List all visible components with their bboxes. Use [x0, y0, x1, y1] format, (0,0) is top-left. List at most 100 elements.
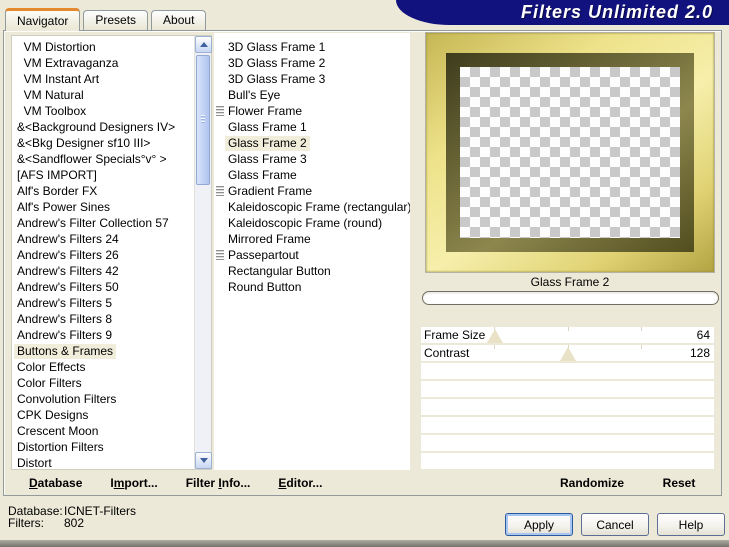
category-scrollbar[interactable] [194, 36, 212, 469]
category-item-label: Andrew's Filters 9 [17, 328, 112, 342]
filter-item-label: Flower Frame [228, 104, 303, 118]
filter-item[interactable]: Mirrored Frame [214, 231, 410, 247]
category-item[interactable]: VM Instant Art [12, 71, 194, 87]
bottom-toolbar: Database Import... Filter Info... Editor... [29, 476, 322, 490]
control-label: Frame Size [424, 328, 486, 342]
filter-item-label: 3D Glass Frame 3 [228, 72, 326, 86]
reset-button[interactable]: Reset [649, 476, 709, 490]
category-item[interactable]: Andrew's Filters 42 [12, 263, 194, 279]
filter-item[interactable]: Glass Frame 3 [214, 151, 410, 167]
category-item[interactable]: Andrew's Filter Collection 57 [12, 215, 194, 231]
apply-button[interactable]: Apply [505, 513, 573, 536]
filter-item[interactable]: 3D Glass Frame 3 [214, 71, 410, 87]
filter-item[interactable]: Flower Frame [214, 103, 410, 119]
filter-item[interactable]: 3D Glass Frame 1 [214, 39, 410, 55]
filter-item[interactable]: Kaleidoscopic Frame (round) [214, 215, 410, 231]
category-item-label: Crescent Moon [17, 424, 99, 438]
category-item[interactable]: &<Background Designers IV> [12, 119, 194, 135]
filters-value: 802 [64, 516, 85, 530]
category-item-label: Convolution Filters [17, 392, 117, 406]
category-item-label: &<Sandflower Specials°v° > [17, 152, 167, 166]
filter-item-label: Mirrored Frame [228, 232, 311, 246]
category-item[interactable]: Crescent Moon [12, 423, 194, 439]
control-row[interactable]: Contrast 128 [421, 345, 714, 361]
category-item[interactable]: Alf's Border FX [12, 183, 194, 199]
category-item[interactable]: Color Filters [12, 375, 194, 391]
filter-item[interactable]: Passepartout [214, 247, 410, 263]
filter-item-label: Kaleidoscopic Frame (round) [228, 216, 383, 230]
category-item[interactable]: &<Bkg Designer sf10 III> [12, 135, 194, 151]
toolbar-label-pre: Filter [185, 476, 219, 490]
category-item-label: Andrew's Filters 5 [17, 296, 112, 310]
scroll-down-button[interactable] [195, 452, 212, 469]
control-row[interactable]: Frame Size 64 [421, 327, 714, 343]
category-item[interactable]: &<Sandflower Specials°v° > [12, 151, 194, 167]
slider-tick [640, 345, 642, 349]
filter-info-button[interactable]: Filter Info... [186, 476, 251, 490]
category-item[interactable]: CPK Designs [12, 407, 194, 423]
category-item-label: &<Bkg Designer sf10 III> [17, 136, 151, 150]
filter-item-label: 3D Glass Frame 2 [228, 56, 326, 70]
tab-about[interactable]: About [151, 10, 207, 30]
tab-presets[interactable]: Presets [83, 10, 149, 30]
category-item[interactable]: Distortion Filters [12, 439, 194, 455]
category-item[interactable]: VM Toolbox [12, 103, 194, 119]
scrollbar-thumb[interactable] [196, 55, 210, 185]
filter-item[interactable]: Rectangular Button [214, 263, 410, 279]
category-item[interactable]: VM Distortion [12, 39, 194, 55]
category-item[interactable]: Color Effects [12, 359, 194, 375]
category-item[interactable]: Andrew's Filters 8 [12, 311, 194, 327]
category-item[interactable]: Andrew's Filters 26 [12, 247, 194, 263]
slider-thumb[interactable] [486, 329, 503, 343]
category-item[interactable]: Andrew's Filters 24 [12, 231, 194, 247]
slider-tick [640, 327, 642, 331]
filter-item-label: Glass Frame 3 [228, 152, 307, 166]
category-item-label: Andrew's Filters 50 [17, 280, 119, 294]
scroll-up-button[interactable] [195, 36, 212, 53]
filter-item-label: Rectangular Button [228, 264, 331, 278]
randomize-button[interactable]: Randomize [537, 476, 647, 490]
filter-item-label: Kaleidoscopic Frame (rectangular) [228, 200, 410, 214]
database-button[interactable]: Database [29, 476, 82, 490]
category-item-label: Alf's Border FX [17, 184, 98, 198]
filter-item[interactable]: Kaleidoscopic Frame (rectangular) [214, 199, 410, 215]
preview-inner-bevel [446, 53, 694, 252]
preset-marker-icon [216, 106, 224, 116]
category-item[interactable]: Andrew's Filters 5 [12, 295, 194, 311]
category-item-label: Andrew's Filters 8 [17, 312, 112, 326]
help-button[interactable]: Help [657, 513, 725, 536]
editor-button[interactable]: Editor... [278, 476, 322, 490]
category-list: VM Distortion VM Extravaganza VM Instant… [11, 35, 212, 470]
filter-item[interactable]: Glass Frame 1 [214, 119, 410, 135]
filter-item[interactable]: Glass Frame 2 [214, 135, 410, 151]
category-item[interactable]: VM Natural [12, 87, 194, 103]
empty-control-row [421, 453, 714, 469]
import-button[interactable]: Import... [110, 476, 157, 490]
tab-navigator[interactable]: Navigator [5, 8, 81, 31]
category-item[interactable]: Andrew's Filters 9 [12, 327, 194, 343]
filters-unlimited-window: Filters Unlimited 2.0 Navigator Presets … [0, 0, 729, 547]
category-item[interactable]: VM Extravaganza [12, 55, 194, 71]
category-item[interactable]: [AFS IMPORT] [12, 167, 194, 183]
chevron-down-icon [199, 458, 208, 463]
category-item[interactable]: Andrew's Filters 50 [12, 279, 194, 295]
window-bottom-edge [0, 540, 729, 547]
filter-item[interactable]: Gradient Frame [214, 183, 410, 199]
filter-item[interactable]: Glass Frame [214, 167, 410, 183]
category-item[interactable]: Buttons & Frames [12, 343, 194, 359]
category-item[interactable]: Alf's Power Sines [12, 199, 194, 215]
category-item-label: Color Effects [17, 360, 86, 374]
tab-strip: Navigator Presets About [5, 8, 207, 31]
slider-thumb[interactable] [560, 347, 577, 361]
cancel-button[interactable]: Cancel [581, 513, 649, 536]
filter-item-label: Gradient Frame [228, 184, 313, 198]
category-item-label: Andrew's Filters 42 [17, 264, 119, 278]
filter-item[interactable]: 3D Glass Frame 2 [214, 55, 410, 71]
category-item[interactable]: Distort [12, 455, 194, 469]
control-value: 64 [696, 328, 710, 342]
filter-item-label: Bull's Eye [228, 88, 281, 102]
slider-tick [494, 345, 496, 349]
filter-item[interactable]: Round Button [214, 279, 410, 295]
category-item[interactable]: Convolution Filters [12, 391, 194, 407]
filter-item[interactable]: Bull's Eye [214, 87, 410, 103]
